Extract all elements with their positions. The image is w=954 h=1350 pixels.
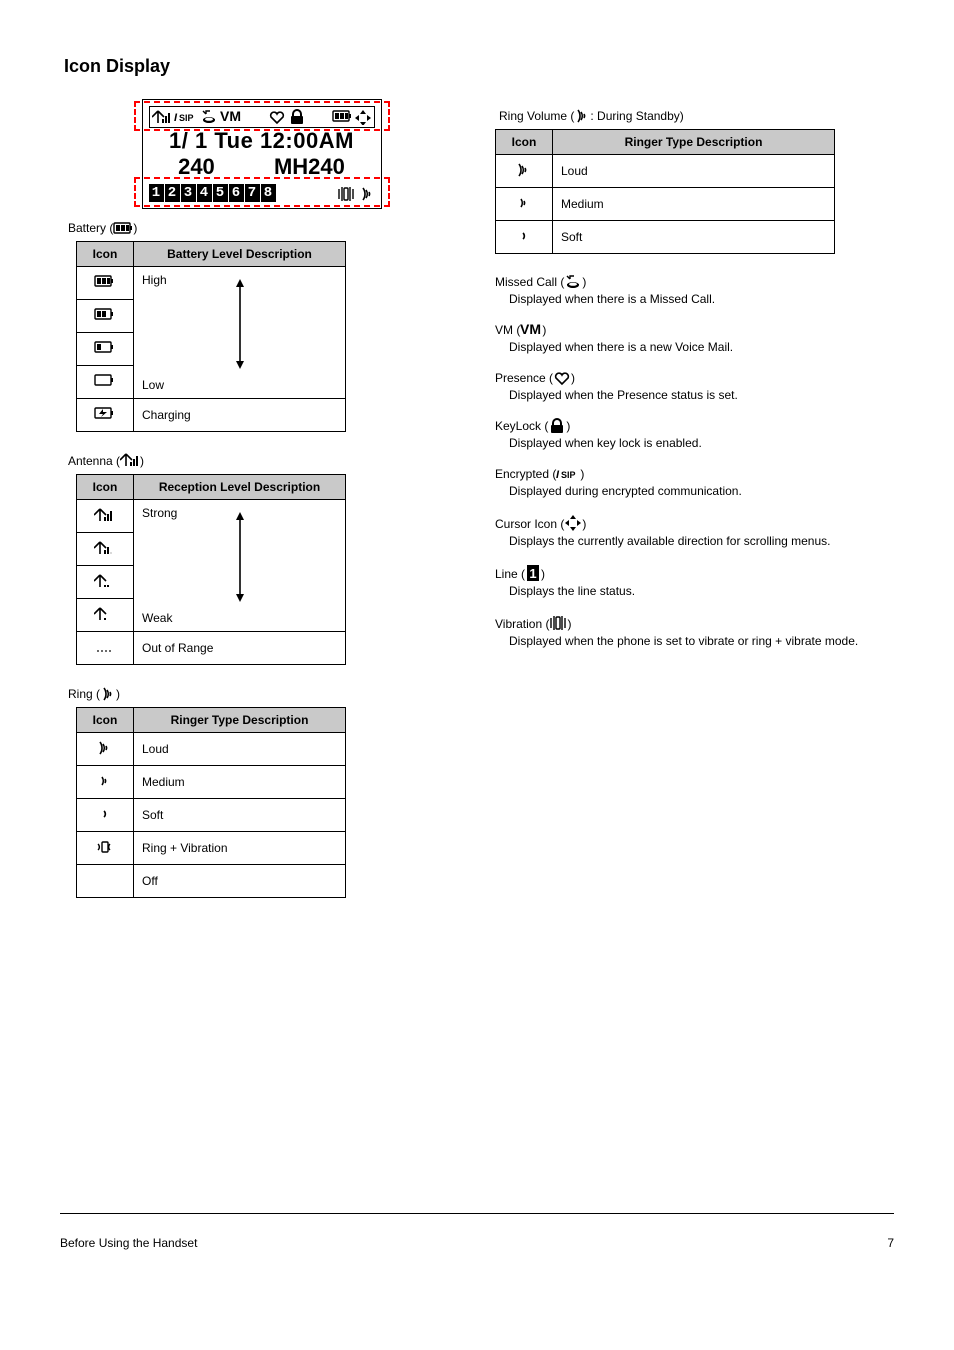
ring-loud-label: Loud (134, 733, 346, 766)
def-presence: Presence () Displayed when the Presence … (495, 370, 890, 402)
antenna-4-icon (94, 507, 116, 523)
ringv-med-label: Medium (553, 188, 835, 221)
footer-page-number: 7 (887, 1236, 894, 1250)
antenna-table: IconReception Level Description Strong W… (76, 474, 346, 665)
lock-icon (548, 418, 566, 434)
def-cursor: Cursor Icon () Displays the currently av… (495, 514, 890, 548)
footer-section-name: Before Using the Handset (60, 1236, 197, 1250)
ringv-soft-label: Soft (553, 221, 835, 254)
def-vibration: Vibration () Displayed when the phone is… (495, 614, 890, 648)
lcd-date-time: 1/ 1 Tue 12:00AM (149, 128, 375, 154)
ring-volume-heading: Ring Volume (: During Standby) (499, 107, 890, 123)
battery-med-icon (94, 307, 116, 323)
ring-off-icon (77, 865, 134, 898)
antenna-heading: Antenna () (68, 452, 459, 468)
antenna-3-icon (94, 540, 116, 556)
battery-empty-icon (94, 373, 116, 389)
footer-rule (60, 1213, 894, 1214)
ring-heading: Ring () (68, 685, 459, 701)
ringv-soft-icon (515, 227, 533, 245)
antenna-range-arrow-icon (232, 512, 248, 602)
def-vm: VM () Displayed when there is a new Voic… (495, 322, 890, 354)
cursor-icon (564, 514, 582, 532)
line-1-icon (525, 564, 541, 582)
battery-table: IconBattery Level Description High Low C… (76, 241, 346, 432)
lcd-row2-left: 240 (178, 154, 215, 180)
ring-med-label: Medium (134, 766, 346, 799)
battery-high-icon (94, 274, 116, 290)
vm-icon (520, 322, 542, 338)
def-line: Line () Displays the line status. (495, 564, 890, 598)
ring-vib-icon (95, 838, 115, 856)
ringv-med-icon (515, 194, 533, 212)
def-missed-call: Missed Call () Displayed when there is a… (495, 274, 890, 306)
def-keylock: KeyLock () Displayed when key lock is en… (495, 418, 890, 450)
ring-ringvib-label: Ring + Vibration (134, 832, 346, 865)
ring-icon (359, 185, 375, 201)
antenna-0-icon (94, 639, 116, 655)
antenna-2-icon (94, 573, 116, 589)
ring-med-icon (96, 772, 114, 790)
battery-heading: Battery () (68, 221, 459, 235)
ringv-loud-label: Loud (553, 155, 835, 188)
battery-low-label: Low (142, 378, 164, 392)
battery-range-arrow-icon (232, 279, 248, 369)
battery-charging-icon (94, 406, 116, 422)
sip-icon (556, 466, 580, 482)
lcd-row2-right: MH240 (274, 154, 345, 180)
ring-off-label: Off (134, 865, 346, 898)
heart-icon (553, 370, 571, 386)
ring-table: IconRinger Type Description Loud Medium … (76, 707, 346, 898)
def-encrypted: Encrypted () Displayed during encrypted … (495, 466, 890, 498)
antenna-1-icon (94, 606, 116, 622)
lcd-line-digits: 1 2 3 4 5 6 7 8 (149, 184, 277, 202)
page-title: Icon Display (64, 56, 890, 77)
missed-call-icon (564, 274, 582, 290)
lcd-status-bar (149, 106, 375, 128)
vibration-icon (337, 185, 355, 201)
antenna-weak-label: Weak (142, 611, 172, 625)
ringv-loud-icon (515, 161, 533, 179)
antenna-oor-label: Out of Range (134, 632, 346, 665)
vibration-icon (549, 614, 567, 632)
battery-charging-label: Charging (134, 399, 346, 432)
antenna-strong-label: Strong (142, 506, 177, 520)
ring-volume-table: IconRinger Type Description Loud Medium … (495, 129, 835, 254)
ring-soft-label: Soft (134, 799, 346, 832)
ring-soft-icon (96, 805, 114, 823)
battery-high-label: High (142, 273, 167, 287)
ring-loud-icon (96, 739, 114, 757)
handset-lcd: 1/ 1 Tue 12:00AM 240 MH240 1 2 3 4 5 6 7… (142, 99, 382, 209)
battery-low1-icon (94, 340, 116, 356)
